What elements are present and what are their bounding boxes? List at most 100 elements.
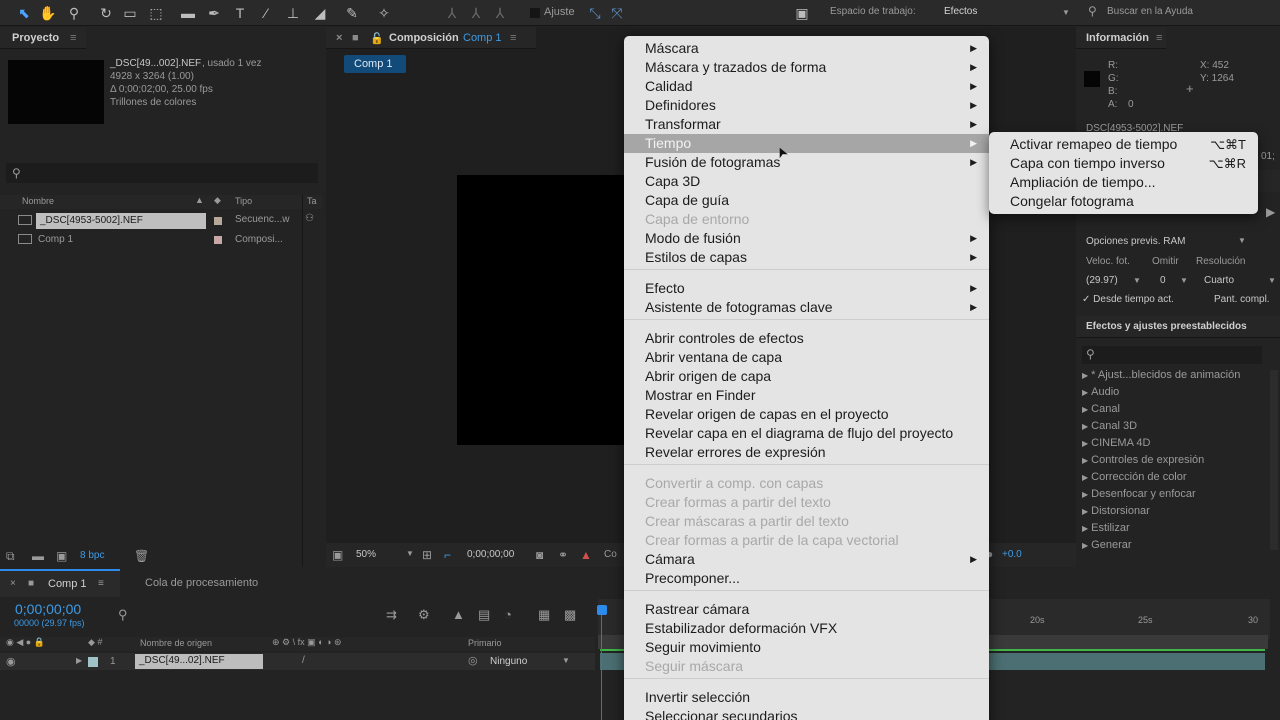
flow-icon[interactable]: ⚇ — [305, 213, 314, 224]
mask-visibility-icon[interactable]: ⌐ — [444, 548, 451, 562]
hand-tool-icon[interactable]: ✋ — [38, 3, 58, 23]
panel-menu-icon[interactable]: ≡ — [70, 32, 76, 44]
menu-item[interactable]: Cámara ▶ — [624, 550, 989, 569]
effects-category[interactable]: ▶ Estilizar — [1082, 522, 1130, 534]
menu-item[interactable]: Modo de fusión ▶ — [624, 229, 989, 248]
project-search-input[interactable]: ⚲ — [6, 163, 318, 183]
menu-item[interactable]: Capa 3D — [624, 172, 989, 191]
safe-zones-icon[interactable]: ⊞ — [422, 548, 432, 562]
tab-render-queue[interactable]: Cola de procesamiento — [145, 577, 258, 589]
table-row[interactable]: ◉ ▶ 1 _DSC[49...02].NEF / ◎ Ninguno ▼ — [0, 653, 595, 670]
menu-item[interactable]: Abrir controles de efectos — [624, 329, 989, 348]
effects-category[interactable]: ▶ Canal — [1082, 403, 1120, 415]
comp-viewer-canvas[interactable] — [457, 175, 627, 445]
fps-select[interactable]: (29.97) — [1086, 275, 1118, 286]
type-tool-icon[interactable]: T — [230, 3, 250, 23]
brush-tool-icon[interactable]: ⁄ — [256, 3, 276, 23]
eye-icon[interactable]: ◉ — [6, 655, 16, 668]
axis-world-icon[interactable]: ⅄ — [466, 3, 486, 23]
channel-icon[interactable]: ▲ — [580, 548, 592, 562]
snap-edges-icon[interactable]: ⤧ — [607, 3, 627, 23]
panel-menu-icon[interactable]: ≡ — [1156, 32, 1162, 44]
playhead-handle[interactable] — [597, 605, 607, 615]
label-swatch[interactable] — [214, 217, 222, 225]
shy-icon[interactable]: ▲ — [452, 607, 465, 622]
snap-option-icon[interactable]: ⤡ — [585, 3, 605, 23]
ram-chevron-icon[interactable]: ▼ — [1238, 236, 1246, 245]
menu-item[interactable]: Abrir origen de capa — [624, 367, 989, 386]
clone-stamp-tool-icon[interactable]: ⊥ — [283, 3, 303, 23]
fps-chevron-icon[interactable]: ▼ — [1133, 276, 1141, 285]
item-name-editing[interactable]: _DSC[4953-5002].NEF — [36, 213, 206, 229]
help-search-input[interactable]: Buscar en la Ayuda — [1107, 6, 1193, 17]
list-item[interactable]: Comp 1 Composi... — [0, 231, 322, 249]
label-swatch[interactable] — [88, 657, 98, 667]
col-size[interactable]: Ta — [307, 196, 317, 206]
skip-select[interactable]: 0 — [1160, 275, 1166, 286]
menu-item[interactable]: Revelar capa en el diagrama de flujo del… — [624, 424, 989, 443]
axis-local-icon[interactable]: ⅄ — [442, 3, 462, 23]
list-item[interactable]: _DSC[4953-5002].NEF Secuenc...w ⚇ — [0, 212, 322, 230]
parent-select[interactable]: Ninguno — [490, 656, 527, 667]
snap-checkbox[interactable] — [530, 8, 540, 18]
menu-item[interactable]: Seleccionar secundarios — [624, 707, 989, 720]
effects-search-input[interactable]: ⚲ — [1082, 346, 1262, 364]
comp-flow-tab[interactable]: Comp 1 — [344, 55, 406, 73]
menu-item[interactable]: Rastrear cámara — [624, 600, 989, 619]
graph-editor-icon[interactable]: ▦ — [538, 607, 550, 623]
effects-category[interactable]: ▶ CINEMA 4D — [1082, 437, 1150, 449]
col-type[interactable]: Tipo — [235, 196, 252, 206]
panel-menu-icon[interactable]: ≡ — [510, 32, 516, 44]
new-comp-icon[interactable]: ▣ — [56, 549, 67, 563]
close-icon[interactable]: × — [336, 32, 342, 44]
new-folder-icon[interactable]: ▬ — [32, 549, 44, 563]
tab-comp-timeline[interactable]: × ■ Comp 1 ≡ — [0, 569, 120, 597]
sort-icon[interactable]: ▲ — [195, 195, 204, 205]
menu-item[interactable]: Estilos de capas ▶ — [624, 248, 989, 267]
full-screen-checkbox[interactable]: Pant. compl. — [1214, 294, 1270, 305]
pan-behind-tool-icon[interactable]: ⬚ — [146, 3, 166, 23]
ram-preview-icon[interactable]: ▶ — [1266, 205, 1275, 219]
submenu-item[interactable]: Activar remapeo de tiempo ⌥⌘T — [989, 135, 1258, 154]
submenu-item[interactable]: Capa con tiempo inverso ⌥⌘R — [989, 154, 1258, 173]
menu-item[interactable]: Revelar origen de capas en el proyecto — [624, 405, 989, 424]
menu-item[interactable]: Máscara y trazados de forma ▶ — [624, 58, 989, 77]
label-swatch[interactable] — [214, 236, 222, 244]
tab-project[interactable]: Proyecto ≡ — [0, 27, 86, 49]
pen-tool-icon[interactable]: ✒ — [204, 3, 224, 23]
col-name[interactable]: Nombre — [22, 196, 54, 206]
tab-effects[interactable]: Efectos y ajustes preestablecidos — [1076, 316, 1280, 338]
tab-info[interactable]: Información ≡ — [1076, 27, 1166, 49]
close-icon[interactable]: × — [10, 578, 16, 589]
rotate-tool-icon[interactable]: ↻ — [96, 3, 116, 23]
resolution-select[interactable]: Cuarto — [1204, 275, 1234, 286]
menu-item[interactable]: Seguir movimiento — [624, 638, 989, 657]
timeline-search-icon[interactable]: ⚲ — [118, 607, 128, 623]
menu-item[interactable]: Tiempo ▶ — [624, 134, 989, 153]
effects-category[interactable]: ▶ Generar — [1082, 539, 1132, 551]
pickwhip-icon[interactable]: ◎ — [468, 654, 478, 667]
menu-item[interactable]: Abrir ventana de capa — [624, 348, 989, 367]
expand-arrow-icon[interactable]: ▶ — [76, 656, 82, 665]
effects-category[interactable]: ▶ Corrección de color — [1082, 471, 1187, 483]
effects-category[interactable]: ▶ Controles de expresión — [1082, 454, 1204, 466]
interpret-footage-icon[interactable]: ⧉ — [6, 549, 15, 564]
rectangle-tool-icon[interactable]: ▬ — [178, 3, 198, 23]
ram-options-select[interactable]: Opciones previs. RAM — [1086, 236, 1185, 247]
menu-item[interactable]: Máscara ▶ — [624, 39, 989, 58]
workspace-select[interactable]: Efectos — [944, 6, 977, 17]
tab-composition[interactable]: × ■ 🔓 Composición Comp 1 ≡ — [326, 27, 536, 49]
zoom-select[interactable]: 50% — [356, 549, 376, 560]
effects-category[interactable]: ▶ Distorsionar — [1082, 505, 1150, 517]
menu-item[interactable]: Invertir selección — [624, 688, 989, 707]
panel-menu-icon[interactable]: ≡ — [98, 578, 104, 589]
camera-tool-icon[interactable]: ▭ — [120, 3, 140, 23]
label-col-icon[interactable]: ◆ — [214, 195, 221, 206]
draft-3d-icon[interactable]: ⚙ — [418, 607, 430, 623]
motion-blur-icon[interactable]: ◔ — [504, 607, 512, 622]
lock-icon[interactable]: 🔓 — [370, 32, 384, 45]
submenu-item[interactable]: Congelar fotograma — [989, 192, 1258, 211]
menu-item[interactable]: Estabilizador deformación VFX — [624, 619, 989, 638]
menu-item[interactable]: Calidad ▶ — [624, 77, 989, 96]
effects-scrollbar[interactable] — [1270, 370, 1278, 550]
